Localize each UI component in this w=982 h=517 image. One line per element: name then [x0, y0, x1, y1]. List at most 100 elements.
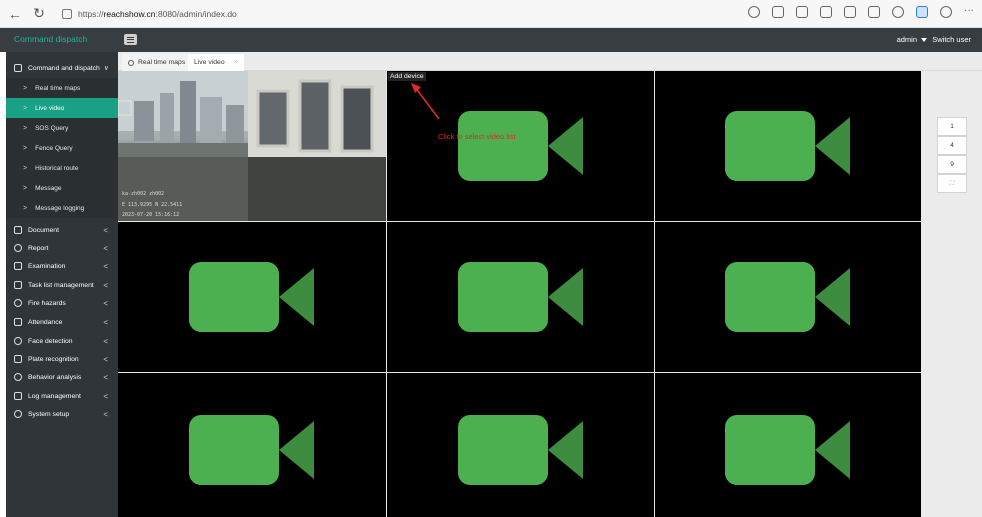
video-camera-icon	[725, 111, 850, 181]
chevron-left-icon: <	[103, 336, 108, 346]
favorites-icon[interactable]	[844, 6, 856, 18]
favorite-star-icon[interactable]	[796, 6, 808, 18]
split-4-button[interactable]: 4	[937, 136, 967, 155]
face-icon	[14, 337, 22, 345]
chevron-left-icon: <	[103, 372, 108, 382]
sidebar-item-message-logging[interactable]: > Message logging	[6, 198, 118, 218]
video-cell-2[interactable]: Add device Click to select video list	[387, 71, 654, 221]
split-screen-icon[interactable]	[820, 6, 832, 18]
add-device-button[interactable]: Add device	[388, 72, 426, 81]
chevron-left-icon: <	[103, 409, 108, 419]
video-cell-4[interactable]	[118, 222, 386, 372]
sidebar-group-command-and-dispatch[interactable]: Command and dispatch ∨	[6, 58, 118, 78]
grid-divider	[118, 372, 921, 373]
gear-icon	[14, 410, 22, 418]
more-menu-icon[interactable]: ···	[964, 6, 976, 18]
tab-label: Live video	[194, 59, 225, 66]
sidebar-item-label: Live video	[35, 104, 65, 112]
sidebar-item-label: Message logging	[35, 204, 85, 212]
annotation-arrow-icon	[411, 83, 440, 120]
sidebar-group-label: Behavior analysis	[28, 373, 82, 381]
sidebar-group-label: Face detection	[28, 337, 73, 345]
sidebar-group-report[interactable]: Report <	[6, 238, 118, 258]
caret-down-icon	[921, 38, 927, 43]
sidebar-group-task-list-management[interactable]: Task list management <	[6, 275, 118, 295]
video-camera-icon	[725, 262, 850, 332]
sidebar-group-label: Report	[28, 244, 49, 252]
split-1-button[interactable]: 1	[937, 117, 967, 136]
sidebar-group-label: System setup	[28, 410, 70, 418]
sidebar-item-sos-query[interactable]: > SOS Query	[6, 118, 118, 138]
tab-label: Real time maps	[138, 59, 186, 66]
collections-icon[interactable]	[868, 6, 880, 18]
sidebar-group-examination[interactable]: Examination <	[6, 256, 118, 276]
sidebar-item-label: Historical route	[35, 164, 79, 172]
back-arrow-icon[interactable]: ←	[6, 5, 24, 23]
sidebar-group-face-detection[interactable]: Face detection <	[6, 331, 118, 351]
chevron-right-icon: >	[23, 104, 28, 112]
sidebar-item-message[interactable]: > Message	[6, 178, 118, 198]
clock-icon	[14, 244, 22, 252]
chevron-left-icon: <	[103, 225, 108, 235]
user-menu[interactable]: admin	[897, 35, 927, 44]
sidebar-group-fire-hazards[interactable]: Fire hazards <	[6, 293, 118, 313]
app-title: Command dispatch	[14, 34, 88, 44]
close-tab-icon[interactable]: ×	[234, 59, 238, 66]
osd-device-name: ka-zh002 zh002	[122, 191, 165, 197]
tab-live-video[interactable]: Live video ×	[188, 54, 244, 71]
tab-real-time-maps[interactable]: Real time maps	[122, 54, 192, 71]
calendar-icon	[14, 318, 22, 326]
tab-bar: Real time maps Live video ×	[118, 52, 982, 71]
sidebar-group-log-management[interactable]: Log management <	[6, 386, 118, 406]
video-camera-icon	[189, 415, 314, 485]
refresh-icon[interactable]: ↻	[30, 5, 48, 23]
video-grid: ka-zh002 zh002 E 113.9295 N 22.5411 2023…	[118, 71, 921, 517]
sidebar-group-label: Task list management	[28, 281, 94, 289]
video-camera-icon	[458, 415, 583, 485]
extension-icon[interactable]	[892, 6, 904, 18]
chevron-right-icon: >	[23, 204, 28, 212]
read-aloud-icon[interactable]	[772, 6, 784, 18]
sidebar-group-system-setup[interactable]: System setup <	[6, 404, 118, 424]
key-icon[interactable]	[748, 6, 760, 18]
video-cell-9[interactable]	[655, 373, 921, 517]
osd-timestamp: 2023-07-20 15:16:12	[122, 212, 180, 218]
sidebar-group-label: Attendance	[28, 318, 63, 326]
grid-divider	[654, 71, 655, 517]
folder-icon	[14, 226, 22, 234]
video-cell-live[interactable]: ka-zh002 zh002 E 113.9295 N 22.5411 2023…	[118, 71, 386, 221]
video-cell-6[interactable]	[655, 222, 921, 372]
checklist-icon	[14, 281, 22, 289]
switch-user-link[interactable]: Switch user	[932, 35, 971, 44]
video-cell-3[interactable]	[655, 71, 921, 221]
sidebar-item-label: Fence Query	[35, 144, 73, 152]
profile-icon[interactable]	[940, 6, 952, 18]
address-bar[interactable]: https://reachshow.cn:8080/admin/index.do	[62, 5, 752, 23]
sidebar-item-real-time-maps[interactable]: > Real time maps	[6, 78, 118, 98]
chevron-left-icon: <	[103, 317, 108, 327]
video-cell-7[interactable]	[118, 373, 386, 517]
url-host: reachshow.cn	[103, 9, 156, 19]
sidebar-item-live-video[interactable]: > Live video	[6, 98, 118, 118]
user-name: admin	[896, 35, 917, 44]
city-view-image	[118, 71, 386, 221]
browser-extension-icon[interactable]	[916, 6, 928, 18]
video-cell-8[interactable]	[387, 373, 654, 517]
sidebar-group-document[interactable]: Document <	[6, 220, 118, 240]
chevron-left-icon: <	[103, 261, 108, 271]
video-camera-icon	[189, 262, 314, 332]
sidebar-group-attendance[interactable]: Attendance <	[6, 312, 118, 332]
grid-divider	[386, 71, 387, 517]
video-cell-5[interactable]	[387, 222, 654, 372]
app-header: Command dispatch admin Switch user	[0, 28, 982, 52]
menu-toggle-icon[interactable]	[124, 34, 137, 45]
sidebar-group-behavior-analysis[interactable]: Behavior analysis <	[6, 367, 118, 387]
sidebar-item-historical-route[interactable]: > Historical route	[6, 158, 118, 178]
sidebar-group-plate-recognition[interactable]: Plate recognition <	[6, 349, 118, 369]
url-scheme: https://	[78, 9, 104, 19]
sidebar-item-fence-query[interactable]: > Fence Query	[6, 138, 118, 158]
browser-actions: ···	[748, 6, 976, 18]
chevron-right-icon: >	[23, 124, 28, 132]
fullscreen-icon[interactable]: ⛶	[937, 174, 967, 193]
split-9-button[interactable]: 9	[937, 155, 967, 174]
